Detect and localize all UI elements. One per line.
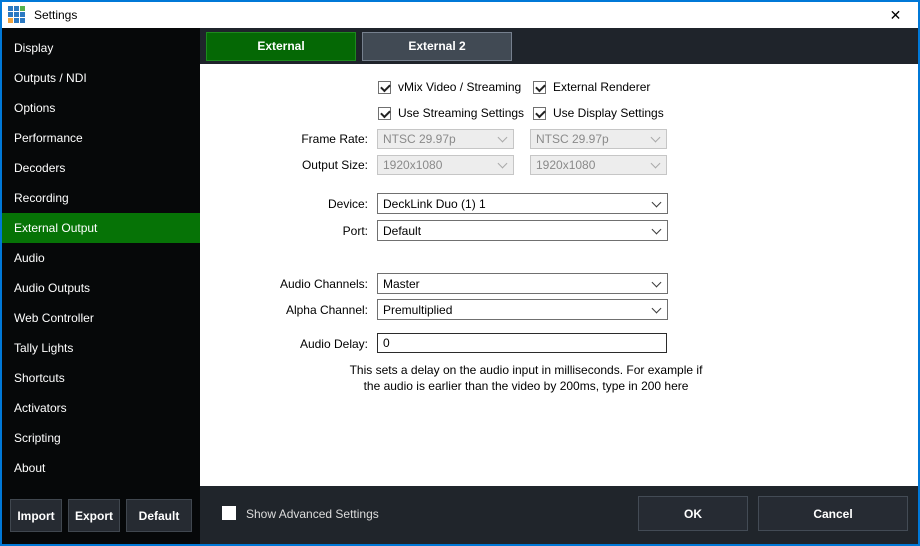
cancel-button[interactable]: Cancel [758, 496, 908, 531]
frame-rate-label: Frame Rate: [200, 132, 368, 146]
chevron-down-icon [652, 224, 662, 234]
sidebar-item-activators[interactable]: Activators [2, 393, 200, 423]
sidebar-item-tally-lights[interactable]: Tally Lights [2, 333, 200, 363]
sidebar-item-decoders[interactable]: Decoders [2, 153, 200, 183]
audio-delay-input[interactable] [377, 333, 667, 353]
use-streaming-settings-checkbox[interactable] [378, 107, 391, 120]
vmix-logo-icon [8, 6, 26, 24]
settings-window: Settings ✕ Display Outputs / NDI Options… [0, 0, 920, 546]
footer-bar: Show Advanced Settings OK Cancel [200, 486, 918, 544]
audio-channels-label: Audio Channels: [200, 277, 368, 291]
sidebar-item-web-controller[interactable]: Web Controller [2, 303, 200, 333]
titlebar: Settings ✕ [2, 2, 918, 28]
external-output-form: vMix Video / Streaming External Renderer… [200, 64, 918, 486]
vmix-video-streaming-checkbox[interactable] [378, 81, 391, 94]
alpha-channel-select[interactable]: Premultiplied [377, 299, 668, 320]
chevron-down-icon [498, 159, 508, 169]
external-renderer-checkbox[interactable] [533, 81, 546, 94]
sidebar-item-display[interactable]: Display [2, 33, 200, 63]
port-label: Port: [200, 224, 368, 238]
sidebar-item-audio[interactable]: Audio [2, 243, 200, 273]
sidebar-item-outputs-ndi[interactable]: Outputs / NDI [2, 63, 200, 93]
sidebar-item-external-output[interactable]: External Output [2, 213, 200, 243]
use-display-settings-label: Use Display Settings [553, 106, 664, 120]
audio-channels-select[interactable]: Master [377, 273, 668, 294]
use-streaming-settings-label: Use Streaming Settings [398, 106, 524, 120]
sidebar-item-shortcuts[interactable]: Shortcuts [2, 363, 200, 393]
sidebar-item-options[interactable]: Options [2, 93, 200, 123]
export-button[interactable]: Export [68, 499, 120, 532]
frame-rate-select-1: NTSC 29.97p [377, 129, 514, 149]
output-size-select-1: 1920x1080 [377, 155, 514, 175]
tab-external-2[interactable]: External 2 [362, 32, 512, 61]
alpha-channel-label: Alpha Channel: [200, 303, 368, 317]
chevron-down-icon [498, 133, 508, 143]
window-title: Settings [34, 8, 77, 22]
audio-delay-help-text: This sets a delay on the audio input in … [340, 362, 712, 394]
settings-sidebar: Display Outputs / NDI Options Performanc… [2, 28, 200, 544]
sidebar-item-performance[interactable]: Performance [2, 123, 200, 153]
chevron-down-icon [652, 277, 662, 287]
audio-delay-label: Audio Delay: [200, 337, 368, 351]
ok-button[interactable]: OK [638, 496, 748, 531]
sidebar-item-scripting[interactable]: Scripting [2, 423, 200, 453]
sidebar-item-audio-outputs[interactable]: Audio Outputs [2, 273, 200, 303]
output-size-select-2: 1920x1080 [530, 155, 667, 175]
output-size-label: Output Size: [200, 158, 368, 172]
use-display-settings-checkbox[interactable] [533, 107, 546, 120]
tab-external[interactable]: External [206, 32, 356, 61]
show-advanced-settings-checkbox[interactable] [222, 506, 236, 520]
chevron-down-icon [652, 197, 662, 207]
show-advanced-settings-label: Show Advanced Settings [246, 507, 379, 521]
frame-rate-select-2: NTSC 29.97p [530, 129, 667, 149]
external-renderer-label: External Renderer [553, 80, 650, 94]
chevron-down-icon [651, 159, 661, 169]
chevron-down-icon [651, 133, 661, 143]
sidebar-item-about[interactable]: About [2, 453, 200, 483]
device-label: Device: [200, 197, 368, 211]
external-tabs-bar: External External 2 [200, 28, 918, 64]
chevron-down-icon [652, 303, 662, 313]
close-icon[interactable]: ✕ [873, 2, 918, 28]
default-button[interactable]: Default [126, 499, 192, 532]
sidebar-item-recording[interactable]: Recording [2, 183, 200, 213]
port-select[interactable]: Default [377, 220, 668, 241]
device-select[interactable]: DeckLink Duo (1) 1 [377, 193, 668, 214]
import-button[interactable]: Import [10, 499, 62, 532]
vmix-video-streaming-label: vMix Video / Streaming [398, 80, 521, 94]
